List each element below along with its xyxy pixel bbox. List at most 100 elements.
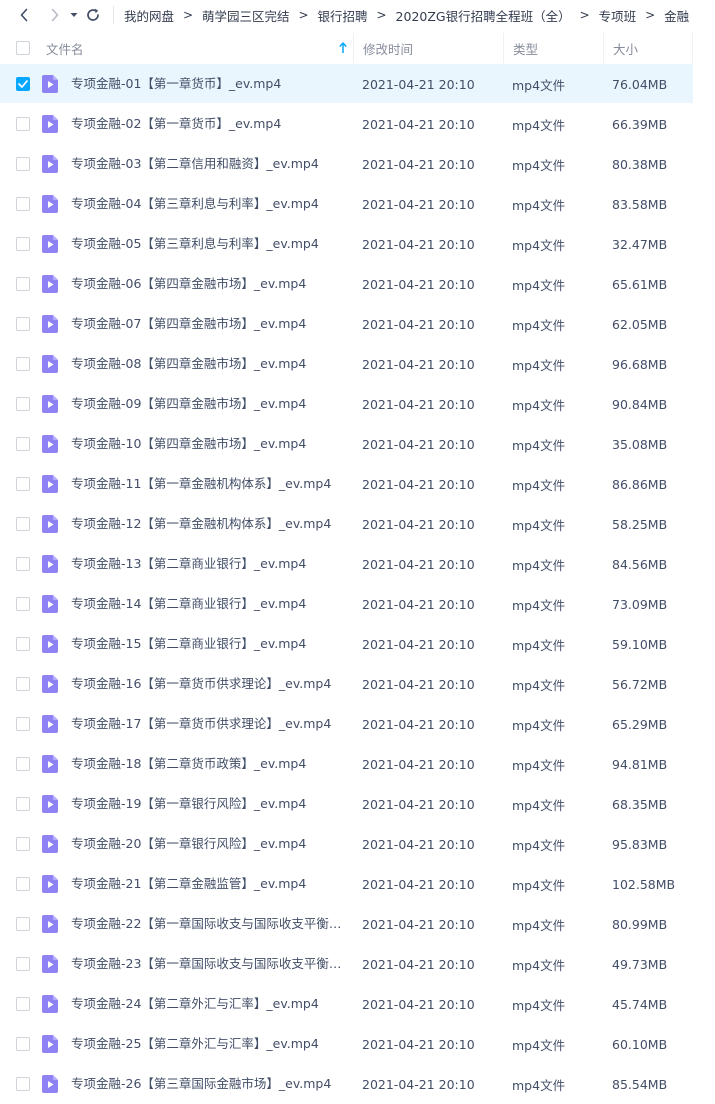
- column-header-type[interactable]: 类型: [503, 33, 603, 63]
- file-row[interactable]: 专项金融-06【第四章金融市场】_ev.mp4 2021-04-21 20:10…: [0, 264, 715, 304]
- file-row[interactable]: 专项金融-13【第二章商业银行】_ev.mp4 2021-04-21 20:10…: [0, 544, 715, 584]
- file-name[interactable]: 专项金融-15【第二章商业银行】_ev.mp4: [71, 624, 347, 664]
- row-checkbox[interactable]: [16, 77, 30, 91]
- file-name[interactable]: 专项金融-13【第二章商业银行】_ev.mp4: [71, 544, 347, 584]
- row-checkbox[interactable]: [16, 317, 30, 331]
- row-checkbox[interactable]: [16, 997, 30, 1011]
- file-row[interactable]: 专项金融-17【第一章货币供求理论】_ev.mp4 2021-04-21 20:…: [0, 704, 715, 744]
- file-row[interactable]: 专项金融-18【第二章货币政策】_ev.mp4 2021-04-21 20:10…: [0, 744, 715, 784]
- row-checkbox[interactable]: [16, 597, 30, 611]
- file-row[interactable]: 专项金融-03【第二章信用和融资】_ev.mp4 2021-04-21 20:1…: [0, 144, 715, 184]
- file-row[interactable]: 专项金融-16【第一章货币供求理论】_ev.mp4 2021-04-21 20:…: [0, 664, 715, 704]
- file-name[interactable]: 专项金融-06【第四章金融市场】_ev.mp4: [71, 264, 347, 304]
- select-all-checkbox[interactable]: [16, 41, 30, 55]
- file-name[interactable]: 专项金融-21【第二章金融监管】_ev.mp4: [71, 864, 347, 904]
- back-button[interactable]: [13, 0, 35, 30]
- file-name[interactable]: 专项金融-24【第二章外汇与汇率】_ev.mp4: [71, 984, 347, 1024]
- file-name[interactable]: 专项金融-14【第二章商业银行】_ev.mp4: [71, 584, 347, 624]
- file-row[interactable]: 专项金融-11【第一章金融机构体系】_ev.mp4 2021-04-21 20:…: [0, 464, 715, 504]
- column-header-name[interactable]: 文件名: [46, 33, 353, 63]
- file-row[interactable]: 专项金融-12【第一章金融机构体系】_ev.mp4 2021-04-21 20:…: [0, 504, 715, 544]
- row-checkbox[interactable]: [16, 837, 30, 851]
- file-row[interactable]: 专项金融-24【第二章外汇与汇率】_ev.mp4 2021-04-21 20:1…: [0, 984, 715, 1024]
- file-row[interactable]: 专项金融-04【第三章利息与利率】_ev.mp4 2021-04-21 20:1…: [0, 184, 715, 224]
- row-checkbox[interactable]: [16, 357, 30, 371]
- breadcrumb-item-2[interactable]: 萌学园三区完结: [202, 6, 290, 25]
- file-row[interactable]: 专项金融-07【第四章金融市场】_ev.mp4 2021-04-21 20:10…: [0, 304, 715, 344]
- file-row[interactable]: 专项金融-10【第四章金融市场】_ev.mp4 2021-04-21 20:10…: [0, 424, 715, 464]
- column-header-size[interactable]: 大小: [603, 33, 693, 63]
- column-header-modified[interactable]: 修改时间: [353, 33, 503, 63]
- file-name[interactable]: 专项金融-07【第四章金融市场】_ev.mp4: [71, 304, 347, 344]
- file-row[interactable]: 专项金融-19【第一章银行风险】_ev.mp4 2021-04-21 20:10…: [0, 784, 715, 824]
- file-name[interactable]: 专项金融-01【第一章货币】_ev.mp4: [71, 64, 347, 104]
- breadcrumb-item-root[interactable]: 我的网盘: [124, 6, 174, 25]
- breadcrumb-item-current[interactable]: 金融: [664, 6, 689, 25]
- row-checkbox[interactable]: [16, 517, 30, 531]
- file-row[interactable]: 专项金融-14【第二章商业银行】_ev.mp4 2021-04-21 20:10…: [0, 584, 715, 624]
- row-checkbox-cell: [16, 1024, 32, 1064]
- file-name[interactable]: 专项金融-22【第一章国际收支与国际收支平衡表...: [71, 904, 347, 944]
- row-checkbox[interactable]: [16, 117, 30, 131]
- row-checkbox[interactable]: [16, 677, 30, 691]
- row-checkbox[interactable]: [16, 1077, 30, 1091]
- file-name[interactable]: 专项金融-02【第一章货币】_ev.mp4: [71, 104, 347, 144]
- file-row[interactable]: 专项金融-22【第一章国际收支与国际收支平衡表... 2021-04-21 20…: [0, 904, 715, 944]
- file-row[interactable]: 专项金融-23【第一章国际收支与国际收支平衡表... 2021-04-21 20…: [0, 944, 715, 984]
- file-row[interactable]: 专项金融-09【第四章金融市场】_ev.mp4 2021-04-21 20:10…: [0, 384, 715, 424]
- row-checkbox[interactable]: [16, 397, 30, 411]
- file-name[interactable]: 专项金融-20【第一章银行风险】_ev.mp4: [71, 824, 347, 864]
- file-name[interactable]: 专项金融-18【第二章货币政策】_ev.mp4: [71, 744, 347, 784]
- row-checkbox[interactable]: [16, 877, 30, 891]
- row-checkbox[interactable]: [16, 797, 30, 811]
- row-checkbox[interactable]: [16, 1037, 30, 1051]
- forward-button[interactable]: [44, 0, 66, 30]
- file-name[interactable]: 专项金融-26【第三章国际金融市场】_ev.mp4: [71, 1064, 347, 1104]
- row-checkbox[interactable]: [16, 237, 30, 251]
- file-name[interactable]: 专项金融-10【第四章金融市场】_ev.mp4: [71, 424, 347, 464]
- file-name[interactable]: 专项金融-11【第一章金融机构体系】_ev.mp4: [71, 464, 347, 504]
- file-row[interactable]: 专项金融-01【第一章货币】_ev.mp4 2021-04-21 20:10 m…: [0, 64, 715, 104]
- file-name[interactable]: 专项金融-19【第一章银行风险】_ev.mp4: [71, 784, 347, 824]
- row-checkbox[interactable]: [16, 957, 30, 971]
- row-checkbox[interactable]: [16, 477, 30, 491]
- file-row[interactable]: 专项金融-15【第二章商业银行】_ev.mp4 2021-04-21 20:10…: [0, 624, 715, 664]
- file-row[interactable]: 专项金融-21【第二章金融监管】_ev.mp4 2021-04-21 20:10…: [0, 864, 715, 904]
- row-checkbox[interactable]: [16, 437, 30, 451]
- file-row[interactable]: 专项金融-20【第一章银行风险】_ev.mp4 2021-04-21 20:10…: [0, 824, 715, 864]
- file-name[interactable]: 专项金融-09【第四章金融市场】_ev.mp4: [71, 384, 347, 424]
- row-checkbox[interactable]: [16, 197, 30, 211]
- file-icon-cell: [42, 984, 62, 1024]
- file-icon-cell: [42, 824, 62, 864]
- file-type: mp4文件: [512, 77, 566, 93]
- file-icon-cell: [42, 544, 62, 584]
- file-name[interactable]: 专项金融-05【第三章利息与利率】_ev.mp4: [71, 224, 347, 264]
- row-checkbox[interactable]: [16, 757, 30, 771]
- file-name[interactable]: 专项金融-16【第一章货币供求理论】_ev.mp4: [71, 664, 347, 704]
- file-name[interactable]: 专项金融-23【第一章国际收支与国际收支平衡表...: [71, 944, 347, 984]
- file-row[interactable]: 专项金融-25【第二章外汇与汇率】_ev.mp4 2021-04-21 20:1…: [0, 1024, 715, 1064]
- file-name[interactable]: 专项金融-17【第一章货币供求理论】_ev.mp4: [71, 704, 347, 744]
- row-checkbox[interactable]: [16, 557, 30, 571]
- file-row[interactable]: 专项金融-02【第一章货币】_ev.mp4 2021-04-21 20:10 m…: [0, 104, 715, 144]
- refresh-button[interactable]: [83, 0, 103, 30]
- breadcrumb-item-3[interactable]: 银行招聘: [318, 6, 368, 25]
- row-checkbox[interactable]: [16, 717, 30, 731]
- row-checkbox[interactable]: [16, 277, 30, 291]
- file-name[interactable]: 专项金融-12【第一章金融机构体系】_ev.mp4: [71, 504, 347, 544]
- file-modified-time: 2021-04-21 20:10: [362, 236, 475, 252]
- file-name[interactable]: 专项金融-25【第二章外汇与汇率】_ev.mp4: [71, 1024, 347, 1064]
- row-checkbox[interactable]: [16, 157, 30, 171]
- file-name[interactable]: 专项金融-08【第四章金融市场】_ev.mp4: [71, 344, 347, 384]
- history-dropdown-button[interactable]: [68, 0, 80, 30]
- file-row[interactable]: 专项金融-05【第三章利息与利率】_ev.mp4 2021-04-21 20:1…: [0, 224, 715, 264]
- breadcrumb-item-5[interactable]: 专项班: [599, 6, 637, 25]
- breadcrumb-item-4[interactable]: 2020ZG银行招聘全程班（全）: [396, 6, 571, 25]
- file-name[interactable]: 专项金融-03【第二章信用和融资】_ev.mp4: [71, 144, 347, 184]
- file-row[interactable]: 专项金融-26【第三章国际金融市场】_ev.mp4 2021-04-21 20:…: [0, 1064, 715, 1104]
- row-checkbox[interactable]: [16, 637, 30, 651]
- file-name[interactable]: 专项金融-04【第三章利息与利率】_ev.mp4: [71, 184, 347, 224]
- file-row[interactable]: 专项金融-08【第四章金融市场】_ev.mp4 2021-04-21 20:10…: [0, 344, 715, 384]
- row-checkbox[interactable]: [16, 917, 30, 931]
- refresh-icon: [87, 8, 99, 21]
